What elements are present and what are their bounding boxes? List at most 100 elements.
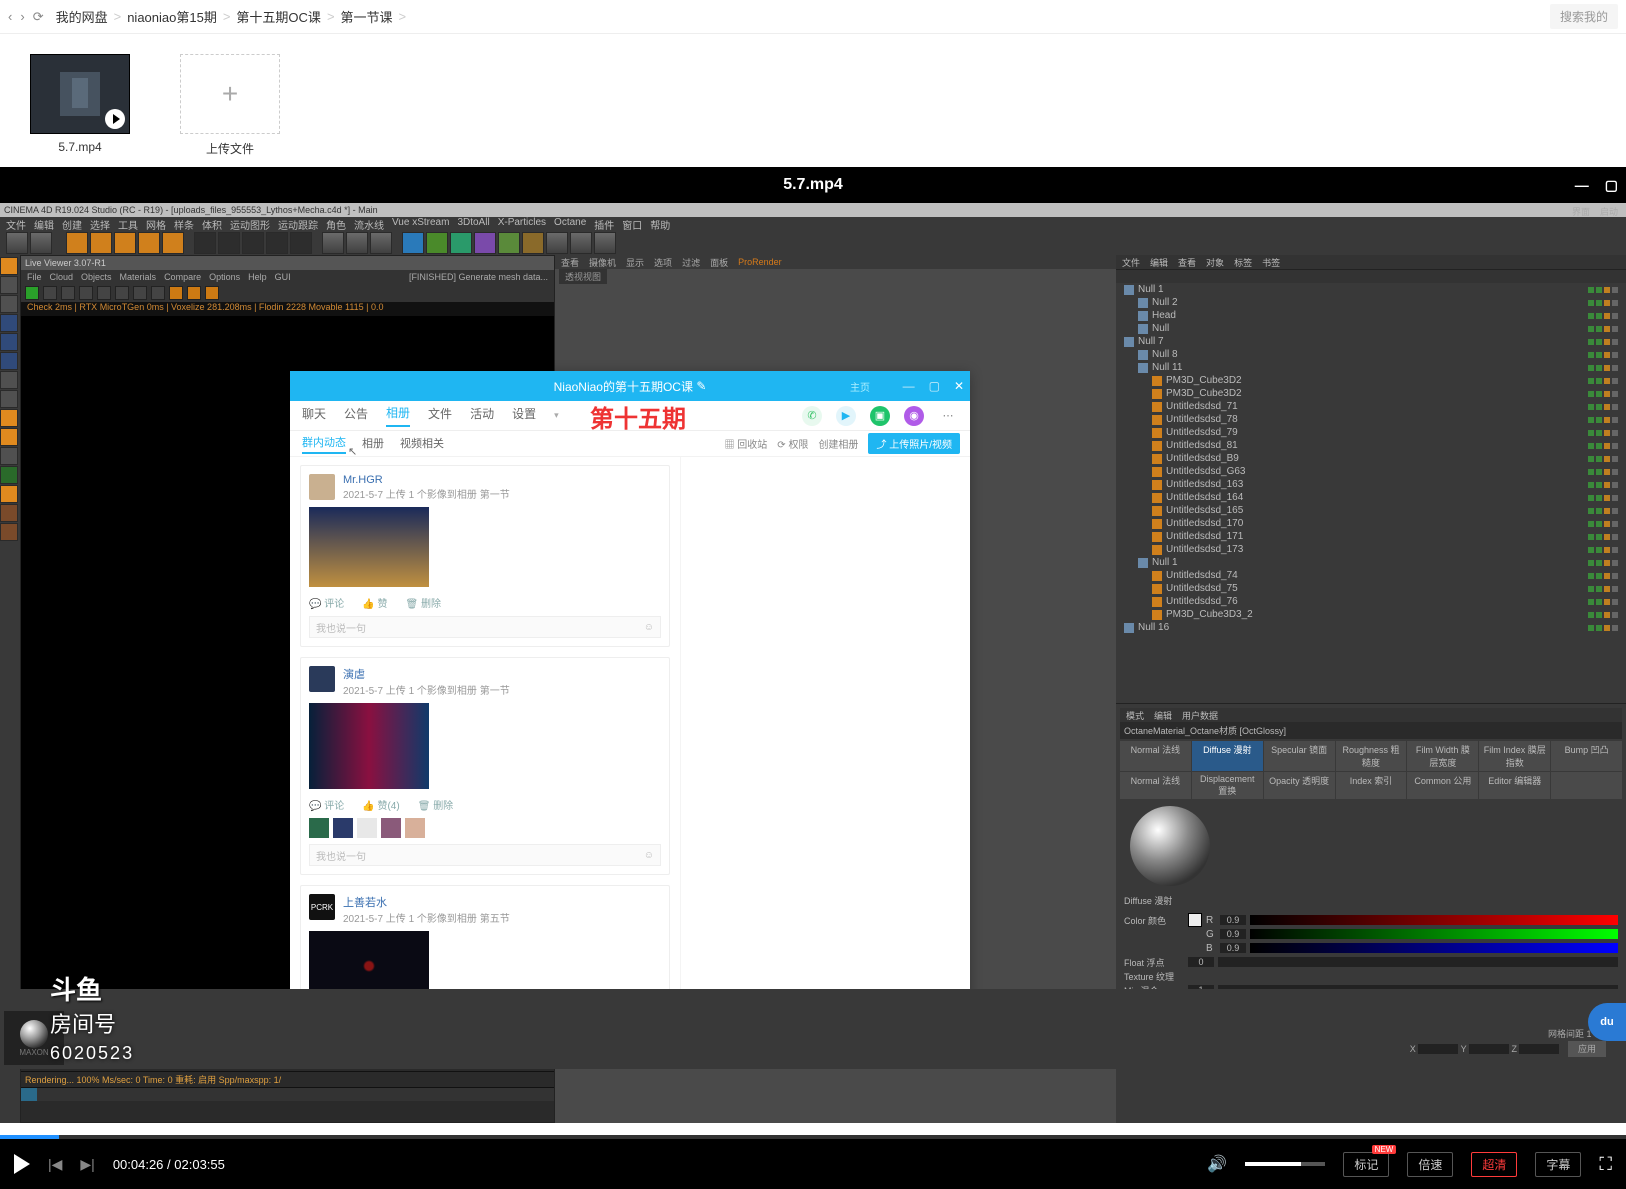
upload-thumbnail[interactable]: + <box>180 54 280 134</box>
back-button[interactable]: ‹ <box>8 9 12 24</box>
oct-gear[interactable] <box>97 286 111 300</box>
tree-row[interactable]: PM3D_Cube3D3_2 <box>1116 608 1626 621</box>
liker-avatar[interactable] <box>357 818 377 838</box>
subact-trash[interactable]: ▦ 回收站 <box>724 436 767 451</box>
tool-rotate[interactable] <box>138 232 160 254</box>
menu-item[interactable]: 启动 <box>1600 205 1618 218</box>
tool-nurbs[interactable] <box>450 232 472 254</box>
tree-row[interactable]: Untitledsdsd_76 <box>1116 595 1626 608</box>
tool-light[interactable] <box>570 232 592 254</box>
tree-row[interactable]: Null 2 <box>1116 296 1626 309</box>
more-icon[interactable]: ⋯ <box>938 406 958 426</box>
tree-row[interactable]: Untitledsdsd_165 <box>1116 504 1626 517</box>
tool-live[interactable] <box>66 232 88 254</box>
menu-item[interactable]: 文件 <box>6 217 26 232</box>
forward-button[interactable]: › <box>20 9 24 24</box>
float-value[interactable]: 0 <box>1188 957 1214 967</box>
post-author[interactable]: Mr.HGR <box>343 474 510 486</box>
progress-bar[interactable] <box>0 1135 1626 1139</box>
r-slider[interactable] <box>1250 915 1618 925</box>
oct-reset[interactable] <box>79 286 93 300</box>
tree-row[interactable]: Null 16 <box>1116 621 1626 634</box>
lt-c[interactable] <box>0 409 18 427</box>
oct-pause[interactable] <box>43 286 57 300</box>
menu-item[interactable]: 工具 <box>118 217 138 232</box>
tool-undo[interactable] <box>6 232 28 254</box>
volume-icon[interactable]: 🔊 <box>1207 1154 1227 1174</box>
floating-bubble[interactable]: du <box>1588 1003 1626 1041</box>
tool-y[interactable] <box>218 232 240 254</box>
comment-input[interactable]: 我也说一句☺ <box>309 844 661 866</box>
tool-redo[interactable] <box>30 232 52 254</box>
mat-tab[interactable]: Bump 凹凸 <box>1551 741 1622 771</box>
chat-tab-album[interactable]: 相册 <box>386 404 410 427</box>
reload-button[interactable]: ⟳ <box>33 9 44 25</box>
mat-tab[interactable]: Common 公用 <box>1407 772 1478 799</box>
lt-a[interactable] <box>0 371 18 389</box>
menu-item[interactable]: 界面 <box>1572 205 1590 218</box>
oct-menu-item[interactable]: Options <box>209 272 240 282</box>
b-slider[interactable] <box>1250 943 1618 953</box>
file-item-video[interactable]: 5.7.mp4 <box>20 54 140 157</box>
like-button[interactable]: 👍 赞 <box>362 595 387 610</box>
oct-stop[interactable] <box>61 286 75 300</box>
quality-button[interactable]: 超清 <box>1471 1152 1517 1177</box>
tree-row[interactable]: Untitledsdsd_74 <box>1116 569 1626 582</box>
mat-tab[interactable]: Displacement 置换 <box>1192 772 1263 799</box>
color-swatch[interactable] <box>1188 913 1202 927</box>
liker-avatar[interactable] <box>309 818 329 838</box>
mat-tab[interactable]: Normal 法线 <box>1120 772 1191 799</box>
vp-menu-item[interactable]: 查看 <box>561 256 579 269</box>
search-input[interactable]: 搜索我的 <box>1550 4 1618 29</box>
apply-button[interactable]: 应用 <box>1568 1041 1606 1057</box>
avatar[interactable]: PCRK <box>309 894 335 920</box>
mat-tab[interactable]: Specular 镜面 <box>1264 741 1335 771</box>
vp-menu-item[interactable]: 选项 <box>654 256 672 269</box>
menu-item[interactable]: 体积 <box>202 217 222 232</box>
lt-f[interactable] <box>0 466 18 484</box>
oct-menu-item[interactable]: Cloud <box>50 272 74 282</box>
lt-workplane[interactable] <box>0 295 18 313</box>
oct-menu-item[interactable]: Help <box>248 272 267 282</box>
homepage-link[interactable]: 主页 <box>850 379 870 394</box>
video-icon[interactable]: ▶ <box>836 406 856 426</box>
vp-menu-item[interactable]: 面板 <box>710 256 728 269</box>
menu-item[interactable]: 编辑 <box>34 217 54 232</box>
subtab-album[interactable]: 相册 <box>362 435 384 453</box>
tool-cube[interactable] <box>402 232 424 254</box>
menu-item[interactable]: Vue xStream <box>392 217 449 232</box>
tool-last[interactable] <box>162 232 184 254</box>
tree-row[interactable]: Untitledsdsd_170 <box>1116 517 1626 530</box>
mat-tab[interactable]: Film Width 膜层宽度 <box>1407 741 1478 771</box>
viewport-tab[interactable]: 透视视图 <box>559 269 607 284</box>
r-value[interactable]: 0.9 <box>1220 915 1246 925</box>
share-icon[interactable]: ▣ <box>870 406 890 426</box>
tool-camera[interactable] <box>546 232 568 254</box>
like-button[interactable]: 👍 赞(4) <box>362 797 399 812</box>
vp-menu-item[interactable]: 摄像机 <box>589 256 616 269</box>
chat-maximize[interactable]: ▢ <box>929 379 940 393</box>
subtab-feed[interactable]: 群内动态 <box>302 434 346 454</box>
coord-x[interactable] <box>1418 1044 1458 1054</box>
tree-row[interactable]: Null 7 <box>1116 335 1626 348</box>
mat-tab[interactable]: Normal 法线 <box>1120 741 1191 771</box>
menu-item[interactable]: X-Particles <box>498 217 546 232</box>
post-author[interactable]: 上善若水 <box>343 894 510 910</box>
tree-row[interactable]: Null 1 <box>1116 556 1626 569</box>
tree-row[interactable]: Null 8 <box>1116 348 1626 361</box>
menu-item[interactable]: 选择 <box>90 217 110 232</box>
avatar[interactable] <box>309 666 335 692</box>
chat-titlebar[interactable]: NiaoNiao的第十五期OC课 ✎ 主页 — ▢ ✕ <box>290 371 970 401</box>
am-tab[interactable]: 编辑 <box>1154 709 1172 722</box>
post-image[interactable] <box>309 507 429 587</box>
oct-b[interactable] <box>151 286 165 300</box>
om-tab[interactable]: 查看 <box>1178 256 1196 269</box>
tool-x[interactable] <box>194 232 216 254</box>
tree-row[interactable]: Null 11 <box>1116 361 1626 374</box>
tool-render[interactable] <box>322 232 344 254</box>
lt-g[interactable] <box>0 485 18 503</box>
tree-row[interactable]: Null <box>1116 322 1626 335</box>
tree-row[interactable]: Untitledsdsd_171 <box>1116 530 1626 543</box>
app-icon[interactable]: ◉ <box>904 406 924 426</box>
om-tab[interactable]: 编辑 <box>1150 256 1168 269</box>
